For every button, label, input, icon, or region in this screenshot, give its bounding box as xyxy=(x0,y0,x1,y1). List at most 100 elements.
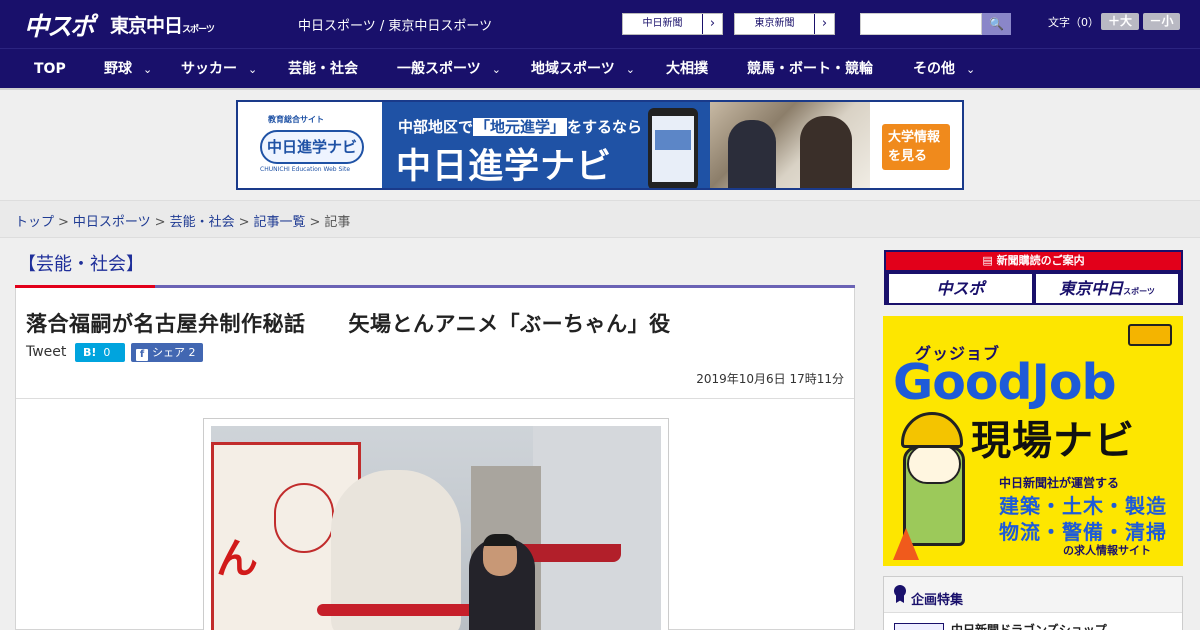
goodjob-foot: の求人情報サイト xyxy=(1063,544,1151,557)
feature-item-dragons-shop[interactable]: 中日新聞ドラゴンズショップ xyxy=(951,621,1107,630)
goodjob-title: GoodJob xyxy=(893,354,1117,411)
university-info-button[interactable]: 大学情報 を見る xyxy=(882,124,950,170)
banner-logo-text: 中日進学ナビ xyxy=(260,130,364,164)
article-timestamp: 2019年10月6日 17時11分 xyxy=(696,372,844,386)
goodjob-line2: 物流・警備・清掃 xyxy=(999,520,1167,544)
site-link[interactable]: 中日スポーツ / 東京中日スポーツ xyxy=(298,15,492,34)
chevron-down-icon: ⌄ xyxy=(143,63,153,76)
nav-divider xyxy=(0,88,1200,90)
fb-share-count: 2 xyxy=(188,346,196,359)
hatena-bookmark-button[interactable]: B! 0 xyxy=(75,343,125,362)
cta-line1: 大学情報 xyxy=(888,130,941,145)
shingaku-navi-logo: 教育総合サイト 中日進学ナビ CHUNICHI Education Web Si… xyxy=(238,102,382,188)
tweet-button[interactable]: Tweet xyxy=(26,344,66,360)
banner-title: 中日進学ナビ xyxy=(396,147,613,187)
chunichi-shimbun-label: 中日新聞 xyxy=(623,14,703,34)
subscribe-tokyo-chunichi-button[interactable]: 東京中日スポーツ xyxy=(1036,274,1178,303)
nav-item-sumo[interactable]: 大相撲 xyxy=(666,49,708,89)
nav-item-general-sports[interactable]: 一般スポーツ ⌄ xyxy=(397,49,501,89)
feature-box: 企画特集 中日新聞ドラゴンズショップ xyxy=(883,576,1183,630)
article-divider xyxy=(16,398,854,399)
nav-item-entertainment[interactable]: 芸能・社会 xyxy=(288,49,358,89)
breadcrumb-separator: > xyxy=(238,215,250,230)
breadcrumb-separator: > xyxy=(309,215,321,230)
shingaku-navi-banner[interactable]: 教育総合サイト 中日進学ナビ CHUNICHI Education Web Si… xyxy=(236,100,964,190)
worker-face xyxy=(907,444,961,484)
nav-item-soccer[interactable]: サッカー ⌄ xyxy=(181,49,257,89)
feature-title: 企画特集 xyxy=(911,593,964,608)
nav-item-baseball[interactable]: 野球 ⌄ xyxy=(104,49,152,89)
breadcrumb-entertainment[interactable]: 芸能・社会 xyxy=(170,215,235,230)
nav-label: 芸能・社会 xyxy=(288,61,358,77)
main-nav: TOP 野球 ⌄ サッカー ⌄ 芸能・社会 一般スポーツ ⌄ 地域スポーツ ⌄ 大相撲 … xyxy=(0,48,1200,88)
goodjob-line1: 建築・土木・製造 xyxy=(999,494,1167,518)
breadcrumb: トップ > 中日スポーツ > 芸能・社会 > 記事一覧 > 記事 xyxy=(15,211,350,230)
goodjob-genba-navi-ad[interactable]: グッジョブ GoodJob 現場ナビ 中日新聞社が運営する 建築・土木・製造 物… xyxy=(883,316,1183,566)
breadcrumb-article-list[interactable]: 記事一覧 xyxy=(254,215,306,230)
subscription-heading: ▤ 新聞購読のご案内 xyxy=(886,252,1181,270)
goodjob-lead: 中日新聞社が運営する xyxy=(999,476,1120,490)
chevron-down-icon: ⌄ xyxy=(491,63,501,76)
nav-item-top[interactable]: TOP xyxy=(34,49,66,89)
tagline-post: をするなら xyxy=(567,118,643,136)
article-headline: 落合福嗣が名古屋弁制作秘話 矢場とんアニメ「ぶーちゃん」役 xyxy=(26,312,671,336)
nav-label: その他 xyxy=(913,61,955,77)
chevron-down-icon: ⌄ xyxy=(248,63,258,76)
search-input[interactable] xyxy=(860,13,982,35)
chevron-down-icon: ⌄ xyxy=(966,63,976,76)
tokyo-chunichi-text: 東京中日 xyxy=(1059,279,1124,298)
students-photo xyxy=(710,102,870,188)
nav-label: 野球 xyxy=(104,61,132,77)
site-header: 中スポ 東京中日スポーツ 中日スポーツ / 東京中日スポーツ 中日新聞 › 東京… xyxy=(0,0,1200,48)
chunichi-shimbun-link[interactable]: 中日新聞 › xyxy=(622,13,723,35)
nav-item-local-sports[interactable]: 地域スポーツ ⌄ xyxy=(531,49,635,89)
font-size-label: 文字（0） xyxy=(1048,16,1099,29)
tagline-highlight: 「地元進学」 xyxy=(473,118,568,136)
fb-share-label: シェア xyxy=(152,346,185,359)
hatena-icon: B! xyxy=(83,346,97,359)
article-photo-frame: ん xyxy=(203,418,669,630)
nav-label: 大相撲 xyxy=(666,61,708,77)
nav-label: 競馬・ボート・競輪 xyxy=(747,61,873,77)
helmet-icon xyxy=(901,412,963,448)
banner-tagline: 中部地区で 「地元進学」 をするなら xyxy=(398,116,642,137)
nav-label: TOP xyxy=(34,61,66,77)
nav-label: 一般スポーツ xyxy=(397,61,481,77)
newspaper-icon: ▤ xyxy=(982,254,997,267)
smartphone-illustration xyxy=(648,108,698,188)
nav-item-racing[interactable]: 競馬・ボート・競輪 xyxy=(747,49,873,89)
cta-line2: を見る xyxy=(888,149,928,164)
banner-cta-area: 大学情報 を見る xyxy=(870,102,962,188)
breadcrumb-bar: トップ > 中日スポーツ > 芸能・社会 > 記事一覧 > 記事 xyxy=(0,200,1200,238)
font-larger-button[interactable]: ＋大 xyxy=(1101,13,1139,30)
ribbon-icon xyxy=(894,585,906,603)
breadcrumb-separator: > xyxy=(58,215,69,230)
breadcrumb-current: 記事 xyxy=(324,215,351,230)
tokyo-chunichi-logo[interactable]: 東京中日スポーツ xyxy=(110,11,215,38)
article: 落合福嗣が名古屋弁制作秘話 矢場とんアニメ「ぶーちゃん」役 Tweet B! 0 … xyxy=(15,288,855,630)
font-smaller-button[interactable]: －小 xyxy=(1143,13,1180,30)
chuspo-logo[interactable]: 中スポ xyxy=(24,7,95,43)
genba-navi-text: 現場ナビ xyxy=(971,418,1135,464)
search-button[interactable]: 🔍 xyxy=(982,13,1011,35)
article-photo[interactable]: ん xyxy=(211,426,661,630)
tokyo-shimbun-link[interactable]: 東京新聞 › xyxy=(734,13,835,35)
banner-logo-en: CHUNICHI Education Web Site xyxy=(260,166,351,173)
chevron-down-icon: ⌄ xyxy=(625,63,635,76)
feature-heading: 企画特集 xyxy=(884,577,1182,613)
tagline-pre: 中部地区で xyxy=(398,118,474,136)
nav-item-other[interactable]: その他 ⌄ xyxy=(913,49,975,89)
breadcrumb-separator: > xyxy=(154,215,166,230)
hatena-count: 0 xyxy=(103,346,111,359)
truck-icon xyxy=(1128,324,1172,346)
breadcrumb-top[interactable]: トップ xyxy=(15,215,54,230)
tokyo-logo-text: 東京中日 xyxy=(110,15,183,37)
subscription-box: ▤ 新聞購読のご案内 中スポ 東京中日スポーツ xyxy=(884,250,1183,305)
tokyo-chunichi-small: スポーツ xyxy=(1123,287,1155,296)
nav-label: 地域スポーツ xyxy=(531,61,615,77)
subscribe-chuspo-button[interactable]: 中スポ xyxy=(889,274,1032,303)
facebook-share-button[interactable]: f シェア 2 xyxy=(131,343,203,362)
facebook-icon: f xyxy=(136,349,148,361)
search-icon: 🔍 xyxy=(989,17,1004,31)
breadcrumb-chuspo[interactable]: 中日スポーツ xyxy=(73,215,151,230)
